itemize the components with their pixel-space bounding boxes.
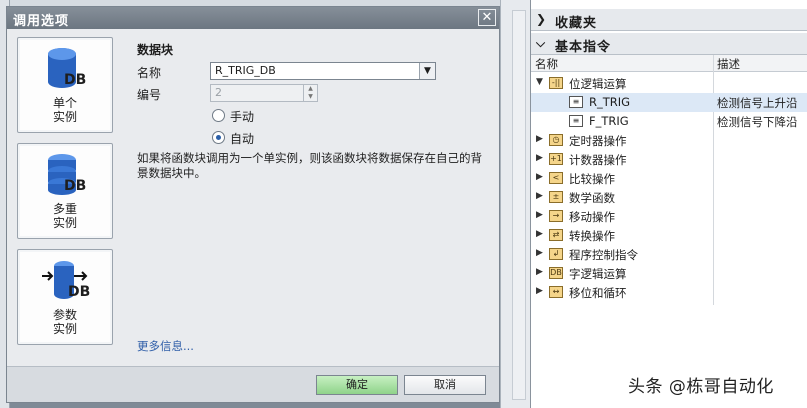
move-folder-icon: →: [549, 210, 563, 222]
collapsed-arrow-icon: ▶: [536, 210, 543, 220]
single-instance-label-2: 实例: [52, 110, 77, 124]
description-text: 如果将函数块调用为一个单实例，则该函数块将数据保存在自己的背景数据块中。: [137, 151, 482, 180]
dialog-content: DB 单个 实例 DB 多重 实例 DB 参数 实例 数据块 名称 R_TRIG…: [7, 29, 499, 366]
multi-instance-label-2: 实例: [52, 216, 77, 230]
tree-item-word-logic[interactable]: ▶ DB 字逻辑运算: [531, 264, 807, 283]
tree-item-label: 字逻辑运算: [569, 267, 627, 281]
collapsed-arrow-icon: ▶: [536, 286, 543, 296]
tree-item-compare[interactable]: ▶ < 比较操作: [531, 169, 807, 188]
dialog-titlebar[interactable]: 调用选项 ✕: [7, 7, 499, 29]
spin-arrows-icon[interactable]: ▲ ▼: [303, 85, 317, 101]
tree-item-r-trig[interactable]: ≡ R_TRIG 检测信号上升沿: [531, 93, 807, 112]
multi-instance-label-1: 多重: [52, 202, 77, 216]
tree-item-label: 移位和循环: [569, 286, 627, 300]
tree-item-math[interactable]: ▶ ± 数学函数: [531, 188, 807, 207]
tree-item-label: 计数器操作: [569, 153, 627, 167]
parameter-instance-label-1: 参数: [52, 308, 77, 322]
tree-item-label: 转换操作: [569, 229, 615, 243]
basic-instructions-header[interactable]: ⌵ 基本指令: [531, 33, 807, 55]
collapsed-arrow-icon: ▶: [536, 248, 543, 258]
favorites-title: 收藏夹: [555, 16, 598, 31]
radio-auto-label: 自动: [230, 132, 255, 146]
tree-item-counters[interactable]: ▶ +1 计数器操作: [531, 150, 807, 169]
counter-folder-icon: +1: [549, 153, 563, 165]
timer-folder-icon: ◷: [549, 134, 563, 146]
tree-column-header: 名称 描述: [531, 55, 807, 72]
shift-folder-icon: ↔: [549, 286, 563, 298]
block-icon: ≡: [569, 96, 583, 108]
dialog-footer: 确定 取消: [7, 366, 499, 402]
radio-manual[interactable]: [212, 109, 225, 122]
chevron-down-icon[interactable]: ▼: [419, 63, 435, 79]
name-label: 名称: [137, 66, 162, 80]
tree-item-program-control[interactable]: ▶ ↲ 程序控制指令: [531, 245, 807, 264]
radio-manual-label: 手动: [230, 110, 255, 124]
math-folder-icon: ±: [549, 191, 563, 203]
tree-item-label: 程序控制指令: [569, 248, 638, 262]
tree-item-move[interactable]: ▶ → 移动操作: [531, 207, 807, 226]
collapsed-arrow-icon: ▶: [536, 191, 543, 201]
col-name-header[interactable]: 名称: [535, 56, 558, 72]
collapsed-arrow-icon: ▶: [536, 229, 543, 239]
program-control-folder-icon: ↲: [549, 248, 563, 260]
folder-icon: -||: [549, 77, 563, 89]
more-info-link[interactable]: 更多信息...: [137, 338, 194, 354]
single-instance-button[interactable]: DB 单个 实例: [17, 37, 113, 133]
tree-item-shift-rotate[interactable]: ▶ ↔ 移位和循环: [531, 283, 807, 302]
chevron-right-icon: ❯: [536, 12, 547, 26]
section-title: 数据块: [137, 43, 174, 57]
favorites-header[interactable]: ❯ 收藏夹: [531, 9, 807, 31]
tree-item-bit-logic[interactable]: ▼ -|| 位逻辑运算: [531, 74, 807, 93]
db-name-combobox[interactable]: R_TRIG_DB ▼: [210, 62, 436, 80]
tree-item-label: 定时器操作: [569, 134, 627, 148]
tree-item-label: R_TRIG: [589, 95, 631, 109]
db-badge: DB: [68, 284, 91, 300]
basic-instructions-title: 基本指令: [555, 40, 612, 55]
db-number-value: 2: [215, 86, 222, 99]
compare-folder-icon: <: [549, 172, 563, 184]
close-button[interactable]: ✕: [478, 9, 496, 26]
tree-item-description: 检测信号上升沿: [717, 96, 798, 110]
parameter-instance-label-2: 实例: [52, 322, 77, 336]
collapsed-arrow-icon: ▶: [536, 153, 543, 163]
parameter-instance-button[interactable]: DB 参数 实例: [17, 249, 113, 345]
tree-item-label: F_TRIG: [589, 114, 629, 128]
convert-folder-icon: ⇄: [549, 229, 563, 241]
collapsed-arrow-icon: ▶: [536, 267, 543, 277]
db-badge: DB: [64, 178, 87, 194]
multi-instance-button[interactable]: DB 多重 实例: [17, 143, 113, 239]
radio-auto[interactable]: [212, 131, 225, 144]
number-label: 编号: [137, 88, 162, 102]
watermark-text: 头条 @栋哥自动化: [628, 377, 774, 397]
tree-item-description: 检测信号下降沿: [717, 115, 798, 129]
call-options-dialog: 调用选项 ✕ DB 单个 实例 DB 多重 实例 DB 参数 实例 数据块 名称…: [6, 6, 500, 403]
tree-item-label: 移动操作: [569, 210, 615, 224]
vertical-scrollbar[interactable]: [512, 10, 526, 400]
tree-item-f-trig[interactable]: ≡ F_TRIG 检测信号下降沿: [531, 112, 807, 131]
instructions-panel: ❯ 收藏夹 ⌵ 基本指令 名称 描述 ▼ -|| 位逻辑运算 ≡ R_TRIG …: [530, 0, 807, 408]
dialog-title: 调用选项: [13, 14, 70, 29]
tree-item-label: 数学函数: [569, 191, 615, 205]
tree-item-label: 位逻辑运算: [569, 77, 627, 91]
db-badge: DB: [64, 72, 87, 88]
chevron-down-icon: ⌵: [536, 36, 546, 50]
tree-item-timers[interactable]: ▶ ◷ 定时器操作: [531, 131, 807, 150]
word-logic-folder-icon: DB: [549, 267, 563, 279]
cancel-button[interactable]: 取消: [404, 375, 486, 395]
expanded-arrow-icon: ▼: [536, 77, 543, 87]
collapsed-arrow-icon: ▶: [536, 134, 543, 144]
col-desc-header[interactable]: 描述: [717, 56, 740, 72]
single-instance-label-1: 单个: [52, 96, 77, 110]
collapsed-arrow-icon: ▶: [536, 172, 543, 182]
tree-item-label: 比较操作: [569, 172, 615, 186]
db-number-stepper[interactable]: 2 ▲ ▼: [210, 84, 318, 102]
tree-item-convert[interactable]: ▶ ⇄ 转换操作: [531, 226, 807, 245]
block-icon: ≡: [569, 115, 583, 127]
db-name-value: R_TRIG_DB: [215, 64, 276, 77]
ok-button[interactable]: 确定: [316, 375, 398, 395]
